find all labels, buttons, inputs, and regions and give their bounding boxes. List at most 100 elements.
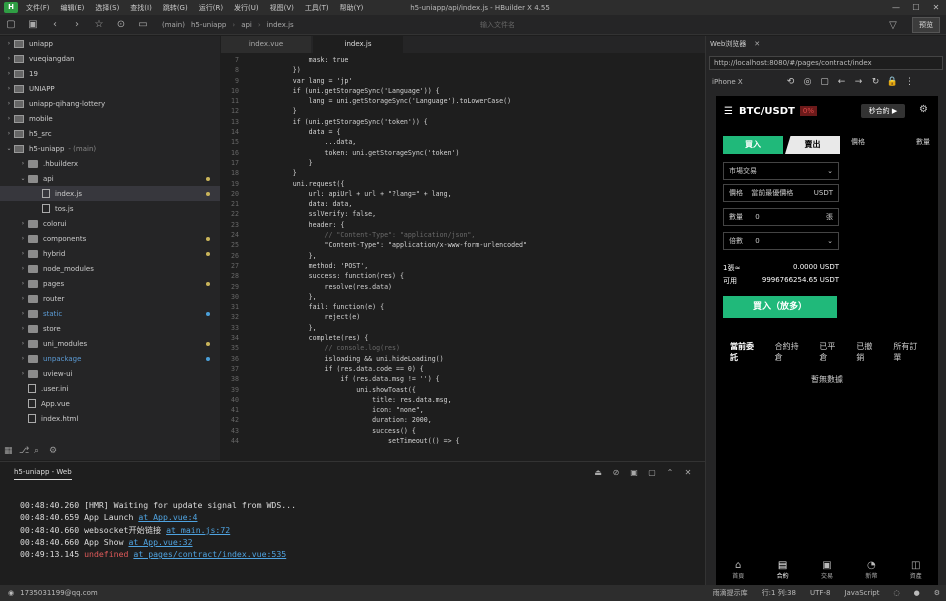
code-line[interactable]: 40 title: res.data.msg, <box>221 395 641 405</box>
tab-index-js[interactable]: index.js <box>313 36 403 53</box>
source-link[interactable]: at main.js:72 <box>166 525 230 535</box>
chevron-right-icon[interactable]: › <box>18 355 28 362</box>
sell-tab[interactable]: 賣出 <box>785 136 840 154</box>
code-line[interactable]: 14 data = { <box>221 127 641 137</box>
file-search-input[interactable]: 输入文件名 <box>470 18 700 32</box>
tree-item[interactable]: › 19 <box>0 66 220 81</box>
code-area[interactable]: 7 mask: true 8 }) 9 var lang = 'jp' 10 if (… <box>221 55 641 446</box>
multiplier-select[interactable]: 倍數 0 ⌄ <box>723 232 839 250</box>
notification-icon[interactable]: ● <box>914 589 920 597</box>
minimize-icon[interactable]: — <box>886 0 906 15</box>
code-line[interactable]: 39 uni.showToast({ <box>221 385 641 395</box>
tree-item[interactable]: › components <box>0 231 220 246</box>
menu-goto[interactable]: 跳转(G) <box>163 3 188 13</box>
tree-item[interactable]: › uniapp-qihang-lottery <box>0 96 220 111</box>
chevron-right-icon[interactable]: › <box>18 250 28 257</box>
chevron-right-icon[interactable]: › <box>18 280 28 287</box>
tree-item[interactable]: › uniapp <box>0 36 220 51</box>
code-line[interactable]: 8 }) <box>221 65 641 75</box>
source-link[interactable]: at App.vue:4 <box>138 512 197 522</box>
maximize-console-icon[interactable]: ▢ <box>643 468 661 477</box>
tree-item[interactable]: › vueqiangdan <box>0 51 220 66</box>
breadcrumb-branch[interactable]: (main) <box>162 21 185 29</box>
tree-item[interactable]: index.html <box>0 411 220 426</box>
console-tab[interactable]: h5-uniapp - Web <box>14 468 72 480</box>
code-line[interactable]: 10 if (uni.getStorageSync('Language')) { <box>221 86 641 96</box>
breadcrumb-project[interactable]: h5-uniapp <box>191 21 226 29</box>
chevron-right-icon[interactable]: › <box>4 115 14 122</box>
tree-item[interactable]: › node_modules <box>0 261 220 276</box>
refresh-icon[interactable]: ↻ <box>867 77 884 87</box>
code-line[interactable]: 18 } <box>221 168 641 178</box>
code-line[interactable]: 19 uni.request({ <box>221 179 641 189</box>
tree-item[interactable]: › uview-ui <box>0 366 220 381</box>
user-account[interactable]: 1735031199@qq.com <box>20 589 98 597</box>
menu-find[interactable]: 查找(I) <box>130 3 152 13</box>
tree-icon[interactable]: ▭ <box>132 19 154 30</box>
tree-item[interactable]: › uni_modules <box>0 336 220 351</box>
screenshot-icon[interactable]: ◎ <box>799 77 816 87</box>
tree-item[interactable]: index.js <box>0 186 220 201</box>
menu-publish[interactable]: 发行(U) <box>234 3 259 13</box>
new-file-icon[interactable]: ▢ <box>0 19 22 30</box>
seconds-contract-button[interactable]: 秒合約 ▶ <box>861 104 905 118</box>
tree-item[interactable]: tos.js <box>0 201 220 216</box>
rotate-icon[interactable]: ⟲ <box>782 77 799 87</box>
buy-long-button[interactable]: 買入（放多） <box>723 296 837 318</box>
tree-item[interactable]: ⌄ api <box>0 171 220 186</box>
tree-item[interactable]: › UNIAPP <box>0 81 220 96</box>
code-line[interactable]: 30 }, <box>221 292 641 302</box>
tree-item[interactable]: › colorui <box>0 216 220 231</box>
lock-icon[interactable]: 🔒 <box>884 77 901 87</box>
tree-item[interactable]: › mobile <box>0 111 220 126</box>
code-line[interactable]: 21 data: data, <box>221 199 641 209</box>
code-line[interactable]: 13 if (uni.getStorageSync('token')) { <box>221 117 641 127</box>
code-line[interactable]: 37 if (res.data.code == 0) { <box>221 364 641 374</box>
chat-icon[interactable]: ◌ <box>894 589 900 597</box>
chevron-down-icon[interactable]: ⌄ <box>18 175 28 182</box>
code-line[interactable]: 16 token: uni.getStorageSync('token') <box>221 148 641 158</box>
nav-trade[interactable]: ▣ 交易 <box>821 560 833 580</box>
code-line[interactable]: 26 }, <box>221 251 641 261</box>
cursor-position[interactable]: 行:1 列:38 <box>762 588 796 598</box>
plugin-icon[interactable]: ⚙ <box>49 446 64 456</box>
tree-item[interactable]: › .hbuilderx <box>0 156 220 171</box>
code-line[interactable]: 23 header: { <box>221 220 641 230</box>
source-link[interactable]: at App.vue:32 <box>128 537 192 547</box>
maximize-icon[interactable]: ☐ <box>906 0 926 15</box>
chevron-right-icon[interactable]: › <box>4 70 14 77</box>
tab-cancelled[interactable]: 已撤銷 <box>856 341 879 363</box>
code-line[interactable]: 34 complete(res) { <box>221 333 641 343</box>
device-select[interactable]: iPhone X <box>712 78 782 86</box>
code-line[interactable]: 41 icon: "none", <box>221 405 641 415</box>
filter-icon[interactable]: ▽ <box>882 20 904 31</box>
code-line[interactable]: 15 ...data, <box>221 137 641 147</box>
code-line[interactable]: 12 } <box>221 106 641 116</box>
tree-item[interactable]: › pages <box>0 276 220 291</box>
code-line[interactable]: 33 }, <box>221 323 641 333</box>
back-icon[interactable]: ‹ <box>44 19 66 30</box>
code-line[interactable]: 38 if (res.data.msg != '') { <box>221 374 641 384</box>
tree-item[interactable]: › store <box>0 321 220 336</box>
tree-item[interactable]: ⌄ h5-uniapp - (main) <box>0 141 220 156</box>
inspect-icon[interactable]: ▢ <box>816 77 833 87</box>
order-type-select[interactable]: 市場交易 ⌄ <box>723 162 839 180</box>
chevron-right-icon[interactable]: › <box>4 55 14 62</box>
tab-index-vue[interactable]: index.vue <box>221 36 311 53</box>
code-line[interactable]: 20 url: apiUrl + url + "?lang=" + lang, <box>221 189 641 199</box>
encoding[interactable]: UTF-8 <box>810 589 830 597</box>
chevron-right-icon[interactable]: › <box>18 235 28 242</box>
menu-view[interactable]: 视图(V) <box>270 3 294 13</box>
tree-item[interactable]: App.vue <box>0 396 220 411</box>
chevron-right-icon[interactable]: › <box>18 295 28 302</box>
browser-url-input[interactable]: http://localhost:8080/#/pages/contract/i… <box>709 56 943 70</box>
chevron-right-icon[interactable]: › <box>4 40 14 47</box>
search-icon[interactable]: ⌕ <box>34 446 49 456</box>
code-line[interactable]: 17 } <box>221 158 641 168</box>
theme-label[interactable]: 雨滴提示库 <box>713 588 748 598</box>
code-line[interactable]: 32 reject(e) <box>221 312 641 322</box>
menu-select[interactable]: 选择(S) <box>95 3 119 13</box>
chevron-right-icon[interactable]: › <box>4 130 14 137</box>
quantity-field[interactable]: 數量 0 張 <box>723 208 839 226</box>
browser-tab[interactable]: Web浏览器 <box>710 39 746 49</box>
